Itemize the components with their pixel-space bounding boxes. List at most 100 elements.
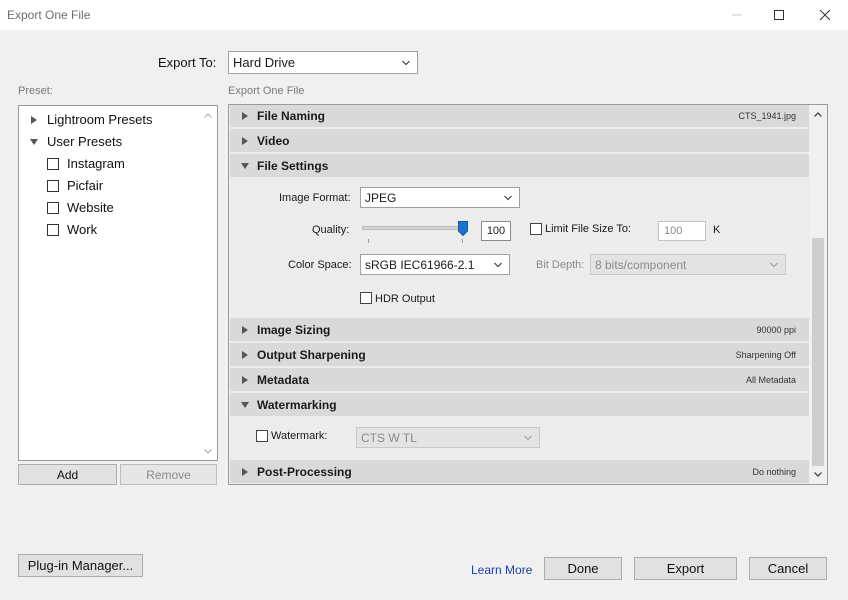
preset-item-work[interactable]: Work [47, 222, 97, 237]
maximize-icon [774, 10, 784, 20]
section-title: File Naming [257, 108, 326, 123]
preset-checkbox[interactable] [47, 223, 59, 236]
done-button[interactable]: Done [544, 557, 622, 580]
export-button[interactable]: Export [634, 557, 737, 580]
export-settings-panel: File Naming CTS_1941.jpg Video File Sett… [228, 104, 828, 485]
quality-input[interactable]: 100 [481, 221, 511, 241]
section-file-naming[interactable]: File Naming CTS_1941.jpg [230, 105, 810, 127]
collapse-icon[interactable] [241, 162, 249, 169]
scroll-down-icon[interactable] [203, 446, 213, 456]
section-summary: Sharpening Off [735, 349, 796, 360]
scroll-up-icon[interactable] [203, 111, 213, 121]
preset-label: Preset: [18, 85, 53, 97]
slider-tick [368, 239, 369, 243]
expand-icon[interactable] [242, 467, 248, 476]
chevron-down-icon [504, 195, 512, 200]
section-title: Metadata [257, 372, 310, 387]
image-format-select[interactable]: JPEG [360, 187, 520, 208]
preset-item-website[interactable]: Website [47, 200, 114, 215]
quality-slider-thumb[interactable] [458, 221, 468, 236]
preset-item-label: Instagram [67, 156, 125, 171]
section-title: Post-Processing [257, 464, 352, 479]
collapse-icon[interactable] [241, 401, 249, 408]
preset-checkbox[interactable] [47, 157, 59, 170]
preset-checkbox[interactable] [47, 179, 59, 192]
minimize-icon [732, 14, 742, 16]
preset-group-user[interactable]: User Presets [30, 134, 123, 149]
scroll-down-icon[interactable] [813, 469, 823, 479]
maximize-button[interactable] [756, 0, 802, 30]
minimize-button[interactable] [714, 0, 760, 30]
watermark-select[interactable]: CTS W TL [356, 427, 540, 448]
plugin-manager-button[interactable]: Plug-in Manager... [18, 554, 143, 577]
section-output-sharpening[interactable]: Output Sharpening Sharpening Off [230, 343, 810, 366]
remove-preset-button[interactable]: Remove [120, 464, 217, 485]
preset-item-picfair[interactable]: Picfair [47, 178, 103, 193]
section-video[interactable]: Video [230, 129, 810, 152]
export-to-label: Export To: [158, 55, 217, 70]
learn-more-link[interactable]: Learn More [471, 563, 532, 577]
expand-icon[interactable] [242, 325, 248, 334]
image-format-label: Image Format: [279, 192, 351, 204]
add-preset-button[interactable]: Add [18, 464, 117, 485]
limit-unit: K [713, 224, 721, 236]
expand-icon[interactable] [242, 111, 248, 120]
color-space-value: sRGB IEC61966-2.1 [365, 257, 475, 272]
hdr-output-label: HDR Output [375, 293, 435, 305]
section-image-sizing[interactable]: Image Sizing 90000 ppi [230, 318, 810, 341]
bit-depth-label: Bit Depth: [536, 259, 585, 271]
settings-scrollbar-thumb[interactable] [812, 238, 824, 466]
preset-item-instagram[interactable]: Instagram [47, 156, 125, 171]
section-file-settings[interactable]: File Settings [230, 154, 810, 177]
collapse-icon[interactable] [30, 138, 38, 145]
section-title: Image Sizing [257, 322, 331, 337]
expand-icon[interactable] [242, 136, 248, 145]
close-icon [819, 9, 831, 21]
close-button[interactable] [802, 0, 848, 30]
section-summary: 90000 ppi [756, 324, 796, 335]
chevron-down-icon [402, 60, 410, 65]
preset-group-label: User Presets [47, 134, 123, 149]
slider-tick [462, 239, 463, 243]
preset-item-label: Work [67, 222, 98, 237]
scroll-up-icon[interactable] [813, 110, 823, 120]
preset-item-label: Website [67, 200, 114, 215]
preset-tree[interactable]: Lightroom Presets User Presets Instagram… [18, 105, 218, 461]
section-summary: CTS_1941.jpg [738, 110, 796, 121]
chevron-down-icon [494, 262, 502, 267]
expand-icon[interactable] [242, 350, 248, 359]
preset-checkbox[interactable] [47, 201, 59, 214]
quality-label: Quality: [312, 224, 350, 236]
cancel-button[interactable]: Cancel [749, 557, 827, 580]
expand-icon[interactable] [31, 115, 37, 124]
bit-depth-value: 8 bits/component [595, 257, 687, 272]
export-to-select[interactable]: Hard Drive [228, 51, 418, 74]
quality-slider-track[interactable] [362, 226, 464, 230]
window-title: Export One File [7, 8, 91, 22]
section-metadata[interactable]: Metadata All Metadata [230, 368, 810, 391]
section-title: File Settings [257, 158, 329, 173]
bit-depth-select[interactable]: 8 bits/component [590, 254, 786, 275]
image-format-value: JPEG [365, 190, 397, 205]
watermark-label: Watermark: [271, 430, 328, 442]
section-watermarking[interactable]: Watermarking [230, 393, 810, 416]
watermark-value: CTS W TL [361, 430, 417, 445]
limit-file-size-input[interactable]: 100 [658, 221, 706, 241]
color-space-label: Color Space: [288, 259, 352, 271]
section-title: Video [257, 133, 290, 148]
export-to-value: Hard Drive [233, 55, 296, 70]
limit-file-size-label: Limit File Size To: [545, 223, 631, 235]
section-post-processing[interactable]: Post-Processing Do nothing [230, 460, 810, 483]
preset-group-label: Lightroom Presets [47, 112, 153, 127]
chevron-down-icon [770, 262, 778, 267]
color-space-select[interactable]: sRGB IEC61966-2.1 [360, 254, 510, 275]
preset-item-label: Picfair [67, 178, 104, 193]
section-title: Output Sharpening [257, 347, 366, 362]
expand-icon[interactable] [242, 375, 248, 384]
hdr-output-checkbox[interactable] [360, 292, 372, 304]
chevron-down-icon [524, 435, 532, 440]
watermark-checkbox[interactable] [256, 430, 268, 442]
preset-group-lightroom[interactable]: Lightroom Presets [31, 112, 153, 127]
limit-file-size-checkbox[interactable] [530, 223, 542, 235]
section-title: Watermarking [257, 397, 337, 412]
